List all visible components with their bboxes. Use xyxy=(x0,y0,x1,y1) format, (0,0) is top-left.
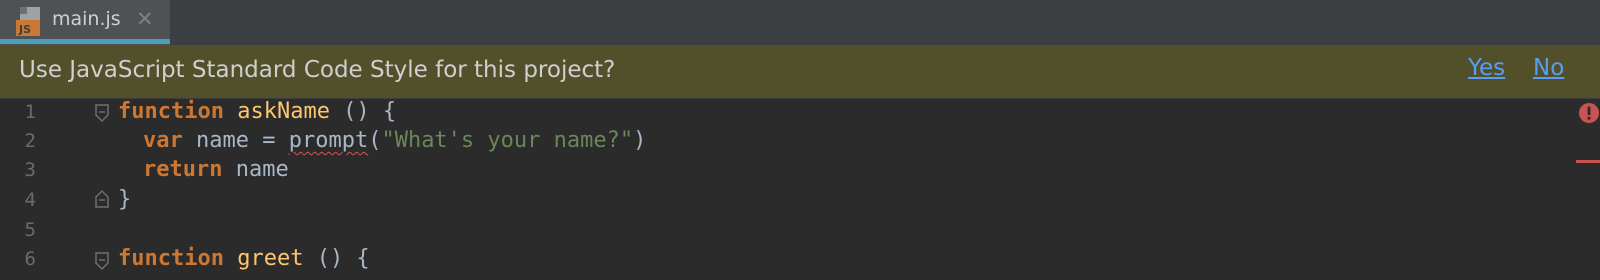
code-text: () { xyxy=(303,246,370,271)
code-editor[interactable]: 1 2 3 4 5 6 function askName () { var na… xyxy=(0,99,1600,280)
code-text: name xyxy=(222,157,289,182)
active-tab-indicator xyxy=(0,39,170,44)
function-name: greet xyxy=(237,246,304,271)
tab-file-name: main.js xyxy=(52,8,121,30)
code-style-notification: Use JavaScript Standard Code Style for t… xyxy=(0,45,1600,99)
code-line-1: function askName () { xyxy=(118,97,396,127)
line-number: 1 xyxy=(24,101,36,123)
code-text: () { xyxy=(329,99,397,124)
fold-start-icon[interactable] xyxy=(94,103,110,123)
editor-tab-bar: JS main.js ✕ xyxy=(0,0,1600,45)
keyword-var: var xyxy=(143,128,183,153)
line-number: 2 xyxy=(24,130,36,152)
line-number: 6 xyxy=(24,248,36,270)
error-icon[interactable] xyxy=(1578,102,1600,124)
code-text: } xyxy=(118,187,132,212)
prompt-call-error: prompt xyxy=(288,128,369,153)
string-literal: "What's your name?" xyxy=(381,128,634,153)
code-text: ( xyxy=(368,128,382,153)
error-stripe-marker[interactable] xyxy=(1576,160,1600,163)
function-name: askName xyxy=(237,99,330,124)
yes-link[interactable]: Yes xyxy=(1468,55,1505,81)
notification-message: Use JavaScript Standard Code Style for t… xyxy=(19,57,616,83)
js-icon-label: JS xyxy=(18,23,31,36)
keyword-function: function xyxy=(118,246,224,271)
no-link[interactable]: No xyxy=(1533,55,1564,81)
fold-start-icon[interactable] xyxy=(94,251,110,271)
code-line-6: function greet () { xyxy=(118,244,370,274)
line-number: 3 xyxy=(24,159,36,181)
line-number: 5 xyxy=(24,219,36,241)
code-line-4: } xyxy=(118,185,131,215)
fold-end-icon[interactable] xyxy=(94,189,110,209)
keyword-function: function xyxy=(118,99,224,124)
code-text: ) xyxy=(633,128,647,153)
close-icon[interactable]: ✕ xyxy=(136,7,154,31)
code-text: name = xyxy=(182,128,289,153)
code-line-3: return name xyxy=(143,155,289,185)
keyword-return: return xyxy=(143,157,223,182)
code-line-2: var name = prompt("What's your name?") xyxy=(143,126,646,156)
js-file-icon: JS xyxy=(16,7,40,36)
line-number-gutter: 1 2 3 4 5 6 xyxy=(0,99,100,280)
tab-main-js[interactable]: JS main.js ✕ xyxy=(0,0,170,45)
line-number: 4 xyxy=(24,189,36,211)
